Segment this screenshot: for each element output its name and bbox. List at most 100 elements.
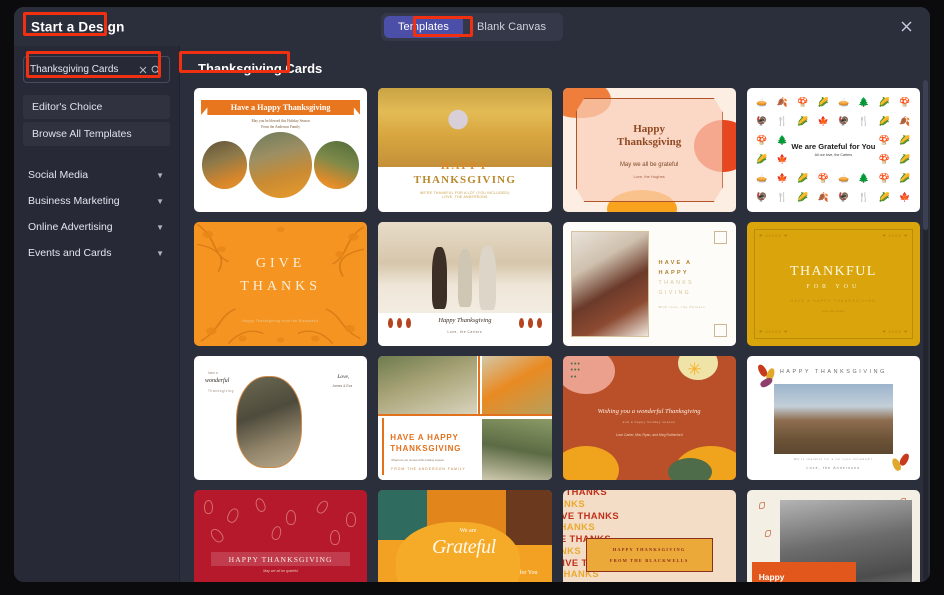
- leaf-icon: 🍁: [899, 192, 911, 202]
- card-photo: [313, 141, 360, 189]
- card-decoration: [562, 446, 619, 480]
- card-word-1: HAVE A HAPPY: [390, 433, 459, 442]
- card-line-1: HAPPY THANKSGIVING: [612, 547, 686, 552]
- leaf-icon: [225, 506, 241, 525]
- sidebar-item-social-media[interactable]: Social Media ▼: [23, 162, 170, 188]
- leaf-icon: [330, 530, 340, 545]
- template-card[interactable]: HAPPY THANKSGIVING WE'RE THANKFUL FOR A …: [378, 88, 552, 212]
- search-box[interactable]: Thanksgiving Cards: [23, 56, 170, 83]
- mode-tabs: Templates Blank Canvas: [380, 12, 564, 41]
- turkey-icon: 🦃: [837, 192, 850, 202]
- template-card[interactable]: have a wonderful Thanksgiving Love, Jame…: [194, 356, 368, 480]
- card-photo: [378, 356, 477, 415]
- search-input[interactable]: Thanksgiving Cards: [30, 64, 137, 75]
- ornament-icon: ✦ ೦೦೦೦ ✦: [882, 233, 908, 239]
- sidebar-item-label: Events and Cards: [28, 247, 112, 259]
- leaf-icon: 🍂: [817, 192, 829, 202]
- pie-icon: 🥧: [756, 97, 768, 107]
- card-photo: [249, 132, 312, 198]
- card-line-1: Happy Thanksgiving from the Blackwells: [242, 319, 319, 323]
- tab-blank-canvas[interactable]: Blank Canvas: [463, 16, 560, 38]
- sidebar-item-editors-choice[interactable]: Editor's Choice: [23, 95, 170, 119]
- card-word-2: Thanksgiving: [617, 136, 682, 148]
- fork-icon: 🍴: [776, 192, 788, 202]
- corn-icon: 🌽: [797, 116, 809, 126]
- card-word-2: Grateful: [431, 536, 496, 558]
- template-card[interactable]: ••• ••• •• ✳ Wishing you a wonderful Thank…: [562, 356, 736, 480]
- template-card[interactable]: Happy Thanksgiving Love, the Carters: [746, 490, 920, 582]
- sidebar-item-online-advertising[interactable]: Online Advertising ▼: [23, 214, 170, 240]
- leaf-icon: 🍁: [817, 116, 829, 126]
- card-line-2: Love, the Carters: [821, 309, 845, 313]
- card-photo: [378, 222, 552, 313]
- leaf-icon: 🍂: [776, 97, 788, 107]
- card-word-1: Happy: [633, 123, 666, 135]
- modal-titlebar: Start a Design Templates Blank Canvas: [14, 7, 930, 46]
- turkey-icon: 🦃: [756, 116, 768, 126]
- stamp-placeholder-icon: [713, 231, 727, 244]
- tree-icon: 🌲: [858, 97, 870, 107]
- pattern-row: GIVE THANKS: [563, 497, 585, 509]
- scrollbar-thumb[interactable]: [923, 80, 928, 230]
- card-line-1: have a: [208, 371, 218, 375]
- clear-search-icon[interactable]: [137, 66, 149, 74]
- fork-icon: 🍴: [776, 116, 788, 126]
- template-card[interactable]: HAPPY THANKSGIVING May we all be gratefu…: [194, 490, 368, 582]
- close-icon[interactable]: [894, 15, 918, 39]
- card-photo: [482, 419, 552, 480]
- card-figure: [457, 249, 472, 308]
- mushroom-icon: 🍄: [878, 173, 890, 183]
- corn-icon: 🌽: [797, 192, 809, 202]
- card-line-4: Love,: [337, 374, 350, 380]
- mushroom-icon: 🍄: [899, 97, 911, 107]
- card-word-3: for You: [519, 570, 538, 576]
- tab-templates[interactable]: Templates: [383, 15, 463, 38]
- corn-icon: 🌽: [797, 173, 809, 183]
- mushroom-icon: 🍄: [797, 97, 809, 107]
- corn-icon: 🌽: [878, 97, 890, 107]
- corn-icon: 🌽: [899, 173, 911, 183]
- sidebar-item-browse-all-templates[interactable]: Browse All Templates: [23, 122, 170, 146]
- card-word-2: HAPPY: [658, 270, 689, 276]
- card-title: Have a Happy Thanksgiving: [230, 103, 331, 112]
- card-line-2: Love Carter, Mia, Ryan, and Meg Rutherfo…: [615, 433, 683, 437]
- fork-icon: 🍴: [858, 192, 870, 202]
- card-decoration: [382, 418, 385, 476]
- template-card[interactable]: 🥧 🍂 🍄 🌽 🥧 🌲 🌽 🍄 🦃 🍴 🌽 🍁 🦃 🍴 🌽 🍂 🍄 🌲 🍄 🌽 …: [746, 88, 920, 212]
- card-title: HAPPY THANKSGIVING: [228, 554, 333, 564]
- pattern-row: GIVE THANKS: [563, 580, 736, 582]
- template-card[interactable]: Happy Thanksgiving Love, the Carters: [378, 222, 552, 346]
- corn-icon: 🌽: [817, 97, 829, 107]
- template-card[interactable]: HAPPY THANKSGIVING We're thankful for a …: [746, 356, 920, 480]
- card-photo: [378, 88, 552, 168]
- fork-icon: 🍴: [858, 116, 870, 126]
- card-title-box: HAPPY THANKSGIVING FROM THE BLACKWELLS: [585, 538, 713, 572]
- sidebar-item-label: Social Media: [28, 169, 89, 181]
- template-card[interactable]: ✦ ೦೦೦೦೦ ✦ ✦ ೦೦೦೦ ✦ ✦ ೦೦೦೦೦ ✦ ✦ ೦೦೦೦ ✦ TH…: [746, 222, 920, 346]
- sidebar-item-business-marketing[interactable]: Business Marketing ▼: [23, 188, 170, 214]
- card-line-1: With love, the Parkers: [658, 305, 706, 309]
- template-card[interactable]: GIVE THANKS Happy Thanksgiving from the …: [194, 222, 368, 346]
- page-title: Start a Design: [31, 19, 125, 34]
- card-footer: WE'RE THANKFUL FOR A LOT (YOU INCLUDED!)…: [378, 191, 551, 199]
- template-card[interactable]: We are Grateful for You: [378, 490, 552, 582]
- template-card[interactable]: Have a Happy Thanksgiving May you be ble…: [194, 88, 368, 212]
- search-icon[interactable]: [149, 65, 163, 75]
- template-card[interactable]: Happy Thanksgiving May we all be gratefu…: [562, 88, 736, 212]
- card-photo: [202, 141, 248, 189]
- card-title: HAPPY THANKSGIVING: [779, 369, 887, 375]
- leaf-icon: 🍁: [776, 173, 788, 183]
- template-card[interactable]: HAVE A HAPPY THANKSGIVING What love we r…: [378, 356, 552, 480]
- card-line-1: May we all be grateful: [263, 569, 299, 573]
- modal-body: Thanksgiving Cards Editor's Choice Brows…: [14, 46, 930, 582]
- template-card[interactable]: GIVE THANKS GIVE THANKS GIVE THANKS GIVE…: [562, 490, 736, 582]
- pattern-row: GIVE THANKS: [562, 521, 595, 533]
- section-title: Thanksgiving Cards: [198, 61, 323, 76]
- leaf-icon: [758, 376, 774, 389]
- pattern-row: GIVE THANKS: [563, 490, 607, 497]
- template-card[interactable]: HAVE A HAPPY THANKS GIVING With love, th…: [562, 222, 736, 346]
- chevron-down-icon: ▼: [156, 248, 164, 258]
- sidebar-item-events-and-cards[interactable]: Events and Cards ▼: [23, 240, 170, 266]
- leaf-icon: [270, 525, 283, 541]
- stamp-placeholder-icon: [713, 324, 727, 337]
